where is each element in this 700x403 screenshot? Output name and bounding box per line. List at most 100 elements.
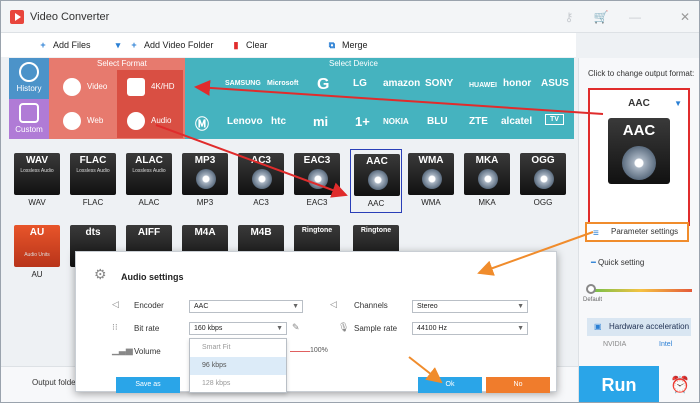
brand-lenovo[interactable]: Lenovo [227,116,263,127]
bitrate-option[interactable]: Smart Fit [190,339,286,357]
speaker-icon: ◁ [112,299,119,309]
format-tile-mka[interactable]: MKA MKA [461,149,513,213]
encoder-select[interactable]: AAC ▼ [189,300,303,313]
run-button[interactable]: Run [579,366,659,402]
bitrate-option[interactable]: 96 kbps [190,357,286,375]
minimize-icon[interactable]: — [627,9,643,25]
add-files-dropdown[interactable]: ▾ [112,38,128,52]
output-format-selector[interactable]: AAC ▼ AAC [588,88,690,226]
category-4k-hd[interactable]: 4K/HD [117,70,183,104]
category-audio[interactable]: Audio [117,104,183,138]
audio-icon [127,112,145,130]
format-tile-wav[interactable]: WAV Lossless Audio WAV [11,149,63,213]
parameter-settings-button[interactable]: ≡ Parameter settings [585,222,689,242]
volume-slider[interactable] [290,351,310,352]
caret-down-icon: ▼ [674,99,682,108]
cart-icon[interactable]: 🛒 [593,9,609,25]
quality-slider-knob[interactable] [586,284,596,294]
brand-mi[interactable]: mi [313,114,328,129]
brand-amazon[interactable]: amazon [383,78,420,89]
quality-slider-track[interactable] [589,289,692,292]
history-button[interactable]: History [9,58,49,98]
custom-icon [19,103,39,123]
format-tile-wma[interactable]: WMA WMA [405,149,457,213]
bitrate-select[interactable]: 160 kbps ▼ [189,322,287,335]
format-tile-ogg[interactable]: OGG OGG [517,149,569,213]
play-icon [63,78,81,96]
brand-huawei[interactable]: HUAWEI [469,82,497,89]
brand-motorola[interactable]: Ⓜ [195,114,209,134]
brand-microsoft[interactable]: Microsoft [267,80,299,87]
custom-button[interactable]: Custom [9,99,49,139]
chevron-down-icon: ▼ [276,325,283,332]
encoder-label: Encoder [134,301,164,310]
brand-blu[interactable]: BLU [427,116,448,127]
alarm-clock-icon[interactable]: ⏰ [663,370,697,402]
format-tile-alac[interactable]: ALAC Lossless Audio ALAC [123,149,175,213]
brand-samsung[interactable]: SAMSUNG [225,80,261,87]
sample-rate-select[interactable]: 44100 Hz ▼ [412,322,528,335]
caret-down-icon: ▾ [115,40,121,50]
brand-tv[interactable]: TV [545,114,564,125]
add-video-folder-button[interactable]: + Add Video Folder [128,38,213,52]
channels-icon: ◁ [330,299,337,309]
volume-value: 100% [310,347,328,354]
select-device-label: Select Device [329,59,378,68]
brand-zte[interactable]: ZTE [469,116,488,127]
close-icon[interactable]: ✕ [677,9,693,25]
ok-button[interactable]: Ok [418,377,482,393]
intel-logo: Intel [659,341,673,348]
disc-icon [252,169,272,189]
edit-icon[interactable]: ✎ [292,322,300,333]
category-video[interactable]: Video [53,70,115,104]
category-web[interactable]: Web [53,104,115,138]
quick-setting-label: ━ Quick setting [591,258,645,267]
format-tile-flac[interactable]: FLAC Lossless Audio FLAC [67,149,119,213]
chip-icon: ▣ [594,322,602,331]
bitrate-icon: ⁝⁝ [112,322,118,332]
microphone-icon: 🎙 [338,322,350,332]
format-panel: History Custom Select Format Select Devi… [9,58,574,139]
disc-icon [422,169,442,189]
brand-nokia[interactable]: NOKIA [383,117,409,126]
app-window: Video Converter ⚷ 🛒 — ✕ + Add Files ▾ + Ad… [0,0,700,403]
add-files-button[interactable]: + Add Files [37,38,90,52]
brand-google[interactable]: G [317,76,329,94]
format-tile-ac3[interactable]: AC3 AC3 [235,149,287,213]
audio-settings-dialog: ⚙ Audio settings ◁ Encoder AAC ▼ ⁝⁝ Bit r… [75,251,557,393]
select-format-label: Select Format [97,59,147,68]
save-as-button[interactable]: Save as [116,377,180,393]
brand-honor[interactable]: honor [503,78,531,89]
channels-select[interactable]: Stereo ▼ [412,300,528,313]
chevron-down-icon: ▼ [517,325,524,332]
key-icon[interactable]: ⚷ [561,9,577,25]
format-tile-eac3[interactable]: EAC3 EAC3 [291,149,343,213]
merge-button[interactable]: ⧉ Merge [326,38,368,52]
clear-button[interactable]: ▮ Clear [230,38,268,52]
disc-icon [622,146,656,180]
format-tile-au[interactable]: AU Audio Units AU [11,221,63,285]
brand-sony[interactable]: SONY [425,78,453,89]
brand-lg[interactable]: LG [353,78,367,89]
brand-oneplus[interactable]: 1+ [355,114,370,129]
bitrate-option[interactable]: 128 kbps [190,375,286,392]
brand-asus[interactable]: ASUS [541,78,569,89]
disc-icon [196,169,216,189]
format-tile-mp3[interactable]: MP3 MP3 [179,149,231,213]
brand-alcatel[interactable]: alcatel [501,116,532,127]
channels-label: Channels [354,301,388,310]
no-button[interactable]: No [486,377,550,393]
disc-icon [368,170,388,190]
volume-icon: ▁▃▅ [112,345,133,355]
trash-icon: ▮ [233,40,239,50]
bitrate-label: Bit rate [134,324,160,333]
output-panel: Click to change output format: AAC ▼ AAC… [578,58,699,402]
brand-htc[interactable]: htc [271,116,286,127]
volume-label: Volume [134,347,161,356]
default-label: Default [583,297,603,303]
web-icon [63,112,81,130]
output-folder-label: Output folder [32,378,79,387]
chevron-down-icon: ▼ [292,303,299,310]
hardware-acceleration-button[interactable]: ▣ Hardware acceleration [587,318,691,336]
format-tile-aac[interactable]: AAC AAC [350,149,402,213]
